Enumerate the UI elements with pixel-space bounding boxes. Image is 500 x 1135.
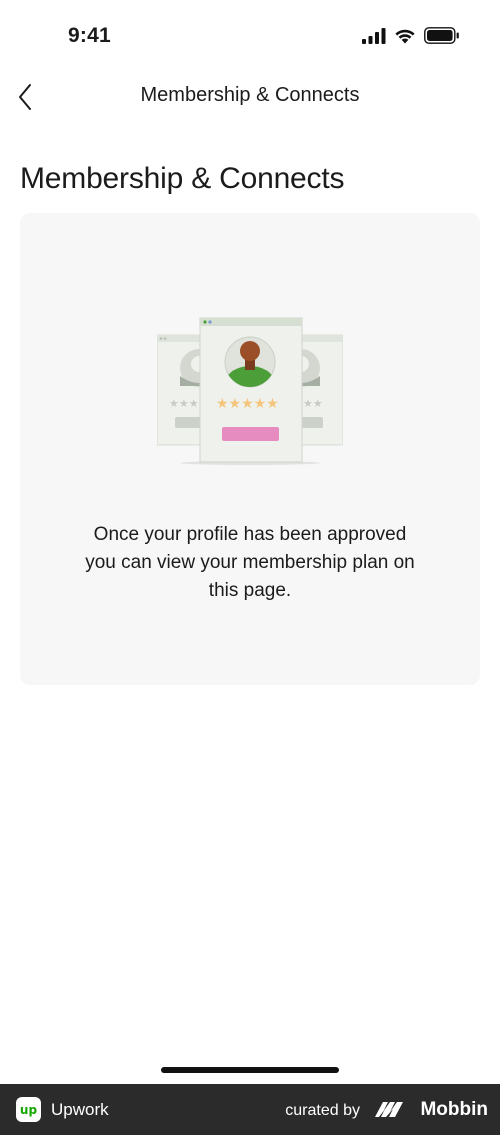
cellular-signal-icon — [362, 27, 386, 44]
page-title: Membership & Connects — [20, 162, 345, 195]
mobbin-logo-icon — [375, 1102, 403, 1117]
profile-cards-illustration: ★★★ ★★ ★★★★★ — [157, 317, 343, 465]
nav-bar: Membership & Connects — [0, 74, 500, 120]
status-time: 9:41 — [68, 24, 111, 47]
home-indicator — [161, 1067, 339, 1073]
empty-state-card: ★★★ ★★ ★★★★★ Once your profile has been … — [20, 213, 480, 685]
footer-brand: Mobbin — [420, 1099, 488, 1120]
status-bar: 9:41 — [0, 0, 500, 74]
svg-text:★★: ★★ — [303, 397, 323, 410]
svg-text:★★★: ★★★ — [169, 397, 199, 410]
battery-icon — [424, 27, 459, 44]
footer-bar: up Upwork curated by Mobbin — [0, 1084, 500, 1135]
empty-state-message: Once your profile has been approved you … — [85, 524, 415, 601]
svg-text:★★★★★: ★★★★★ — [216, 396, 279, 412]
footer-app-name: Upwork — [51, 1100, 109, 1119]
wifi-icon — [395, 29, 415, 43]
upwork-logo-icon: up — [16, 1097, 41, 1122]
footer-curated-label: curated by — [285, 1102, 360, 1119]
status-icons — [362, 27, 460, 44]
nav-title: Membership & Connects — [140, 84, 360, 106]
upwork-logo-text: up — [19, 1102, 38, 1117]
